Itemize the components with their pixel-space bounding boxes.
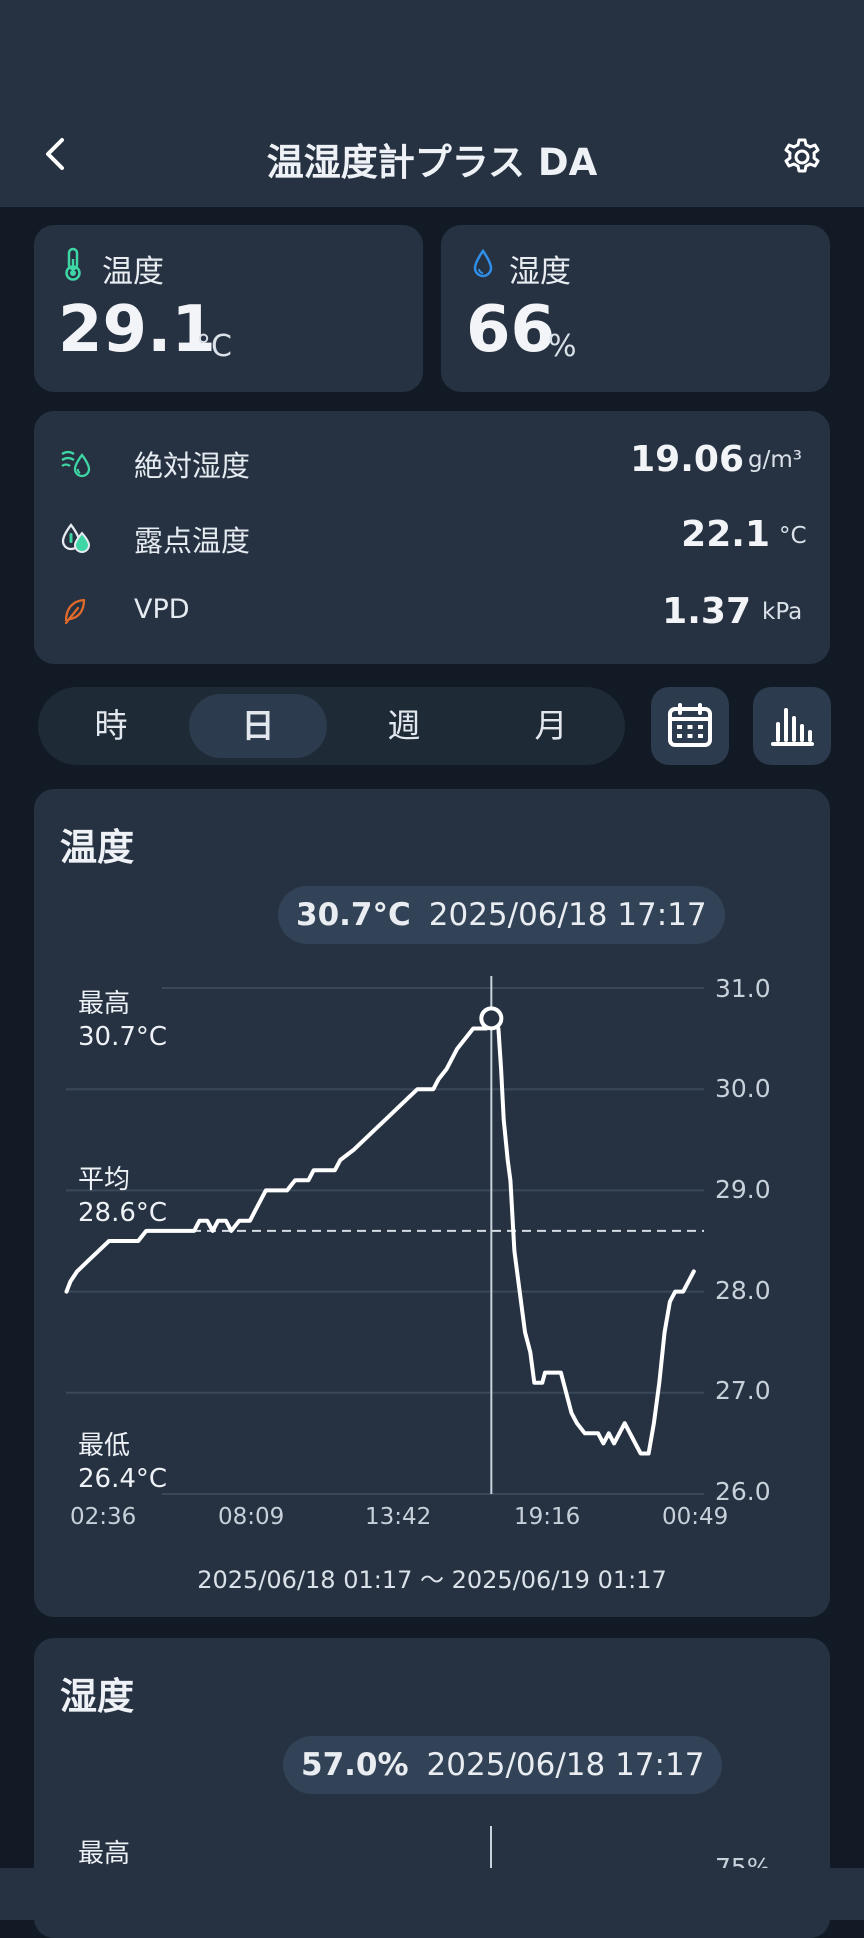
temperature-series-line [64, 1016, 696, 1456]
max-stat-label: 最高 [78, 989, 131, 1019]
humidity-tooltip-time: 2025/06/18 17:17 [426, 1747, 705, 1783]
y-tick-label: 30.0 [715, 1074, 771, 1103]
x-tick-label: 08:09 [218, 1504, 285, 1530]
humidity-chart-title: 湿度 [60, 1675, 134, 1718]
avg-stat-label: 平均 [78, 1165, 131, 1195]
avg-stat: 平均 28.6°C [78, 1164, 167, 1230]
max-stat-value: 30.7°C [78, 1022, 168, 1052]
max-stat: 最高 30.7°C [78, 988, 167, 1054]
min-stat: 最低 26.4°C [78, 1430, 167, 1496]
humidity-tooltip-value: 57.0% [301, 1747, 409, 1783]
y-tick-label: 27.0 [715, 1376, 771, 1405]
x-tick-label: 13:42 [365, 1504, 432, 1530]
highlight-point [479, 1006, 504, 1031]
chart-date-range: 2025/06/18 01:17 〜 2025/06/19 01:17 [197, 1566, 667, 1594]
y-tick-label: 26.0 [715, 1477, 771, 1506]
avg-stat-value: 28.6°C [78, 1198, 168, 1228]
system-nav-bar [0, 1868, 864, 1920]
y-tick-label: 31.0 [715, 974, 771, 1003]
min-stat-label: 最低 [78, 1431, 131, 1461]
humidity-tooltip: 57.0% 2025/06/18 17:17 [283, 1736, 723, 1794]
y-tick-label: 29.0 [715, 1175, 771, 1204]
humidity-max-stat-label: 最高 [78, 1839, 131, 1869]
x-tick-label: 02:36 [70, 1504, 137, 1530]
temperature-line-chart[interactable] [0, 0, 864, 1920]
x-tick-label: 19:16 [514, 1504, 581, 1530]
y-tick-label: 28.0 [715, 1276, 771, 1305]
x-tick-label: 00:49 [662, 1504, 729, 1530]
min-stat-value: 26.4°C [78, 1464, 168, 1494]
